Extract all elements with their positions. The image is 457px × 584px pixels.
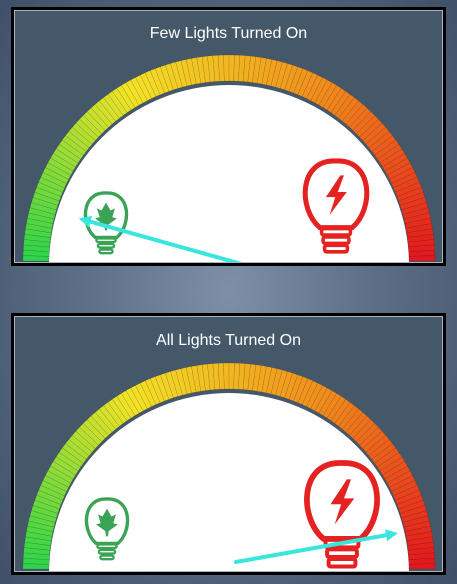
energy-gauge [22, 54, 436, 262]
gauge-tick [223, 362, 230, 390]
bulb-base-ring [98, 248, 114, 255]
gauge-tick [408, 563, 436, 570]
gauge-panel-body: Few Lights Turned On [14, 10, 443, 263]
gauge-tick [217, 54, 225, 82]
bulb-base-ring [96, 543, 118, 550]
bulb-base-ring [319, 226, 353, 237]
gauge-tick [408, 249, 436, 257]
bulb-base-ring [96, 242, 116, 249]
panel-title: Few Lights Turned On [149, 25, 308, 42]
bulb-base-ring [325, 547, 359, 559]
bulb-base-ring [95, 237, 117, 244]
gauge-panel-body: All Lights Turned On [14, 316, 443, 572]
bulb-base-ring [321, 235, 351, 246]
bulb-base-ring [99, 554, 115, 561]
gauge-tick [408, 557, 436, 565]
bulb-base-ring [322, 243, 350, 254]
gauge-tick [223, 54, 230, 82]
gauge-tick [217, 362, 225, 390]
gauge-tick [408, 255, 436, 262]
gauge-panel-all-lights: All Lights Turned On [11, 313, 446, 575]
energy-gauge [22, 362, 436, 571]
gauge-panel-few-lights: Few Lights Turned On [11, 7, 446, 266]
panel-title: All Lights Turned On [156, 332, 301, 349]
bulb-base-ring [97, 548, 117, 555]
bulb-base-ring [326, 556, 358, 569]
